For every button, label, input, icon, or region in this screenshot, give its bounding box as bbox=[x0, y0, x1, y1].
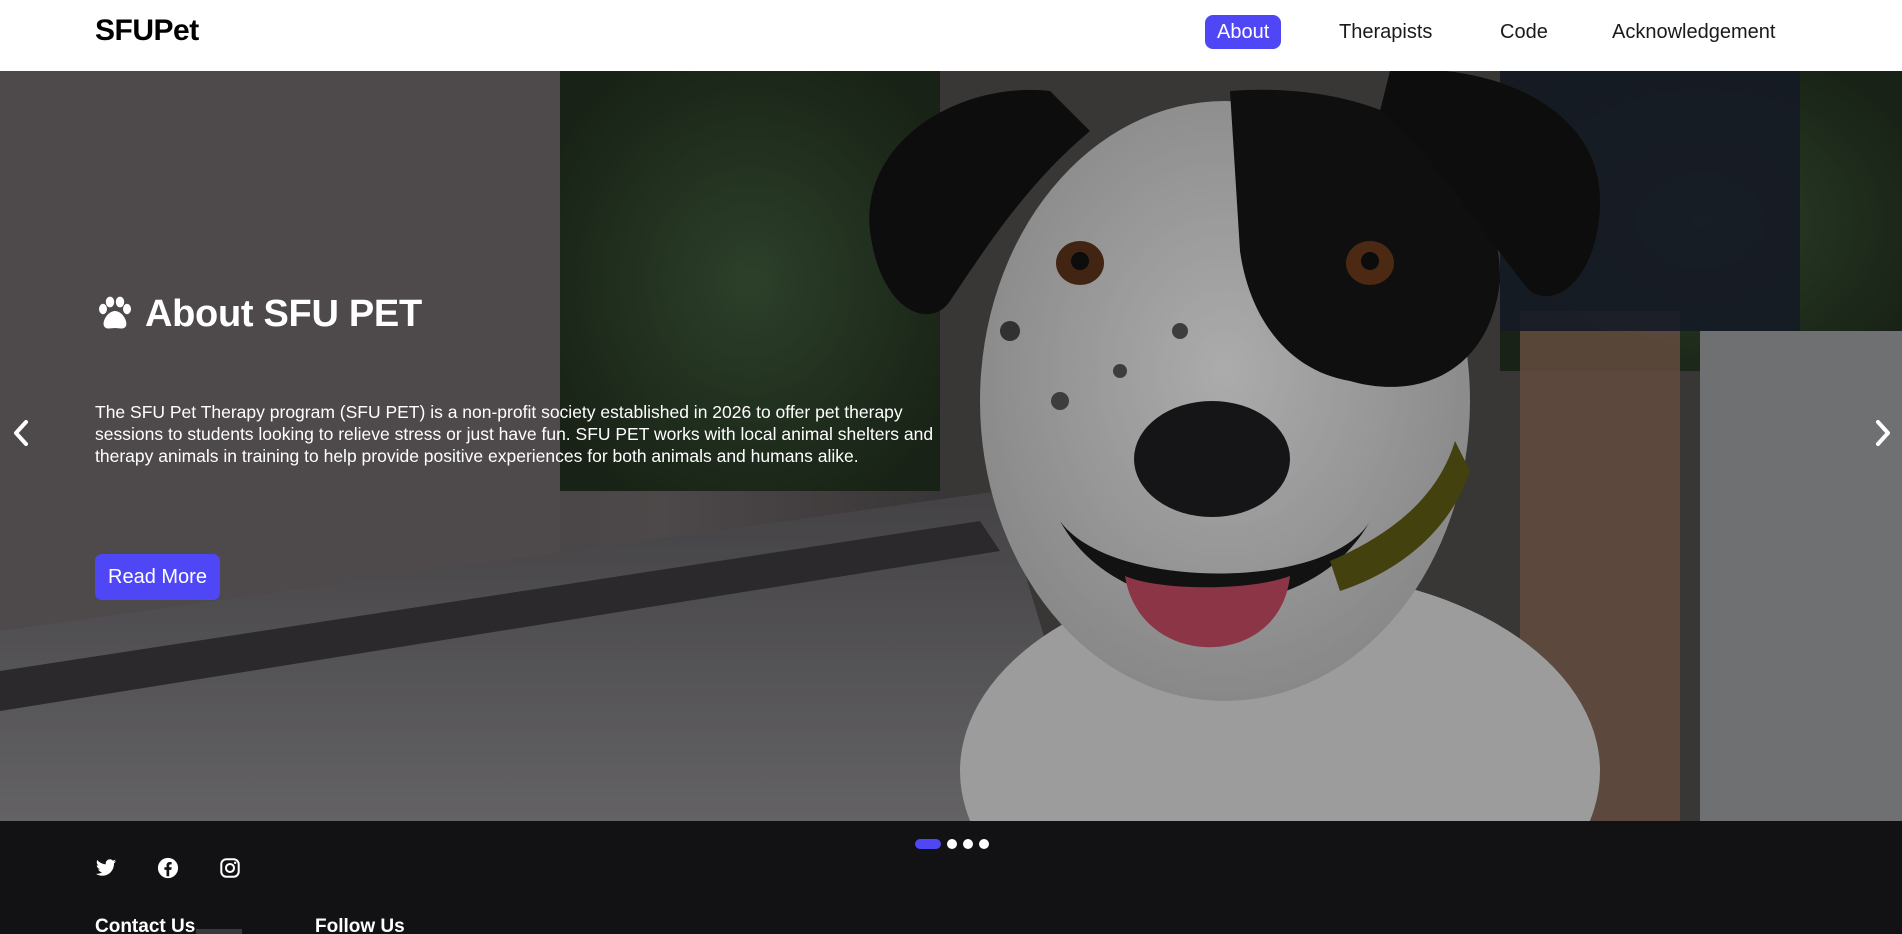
hero-carousel: About SFU PET The SFU Pet Therapy progra… bbox=[0, 71, 1902, 821]
navbar: SFUPet About Therapists Code Acknowledge… bbox=[0, 0, 1902, 71]
carousel-prev-button[interactable] bbox=[6, 413, 36, 453]
nav-item-about[interactable]: About bbox=[1205, 15, 1282, 49]
read-more-button[interactable]: Read More bbox=[95, 554, 220, 600]
instagram-icon[interactable] bbox=[219, 857, 241, 879]
nav-item-acknowledgement[interactable]: Acknowledgement bbox=[1600, 15, 1787, 49]
twitter-icon[interactable] bbox=[95, 857, 117, 879]
contact-decoration bbox=[196, 929, 242, 934]
paw-icon bbox=[99, 296, 131, 328]
carousel-indicators bbox=[915, 839, 989, 849]
carousel-indicator-1[interactable] bbox=[915, 839, 941, 849]
hero-heading: About SFU PET bbox=[145, 293, 422, 335]
nav-item-therapists[interactable]: Therapists bbox=[1327, 15, 1444, 49]
carousel-indicator-4[interactable] bbox=[979, 839, 989, 849]
follow-us-heading: Follow Us bbox=[315, 916, 405, 934]
contact-us-heading: Contact Us bbox=[95, 916, 196, 934]
carousel-indicator-3[interactable] bbox=[963, 839, 973, 849]
nav-item-code[interactable]: Code bbox=[1488, 15, 1560, 49]
facebook-icon[interactable] bbox=[157, 857, 179, 879]
chevron-left-icon bbox=[14, 420, 28, 446]
social-links bbox=[95, 857, 241, 879]
footer: Contact Us Follow Us bbox=[0, 821, 1902, 934]
chevron-right-icon bbox=[1876, 420, 1890, 446]
brand-logo[interactable]: SFUPet bbox=[95, 14, 199, 48]
hero-title: About SFU PET bbox=[95, 293, 422, 336]
hero-description: The SFU Pet Therapy program (SFU PET) is… bbox=[95, 402, 934, 466]
carousel-next-button[interactable] bbox=[1868, 413, 1898, 453]
carousel-indicator-2[interactable] bbox=[947, 839, 957, 849]
